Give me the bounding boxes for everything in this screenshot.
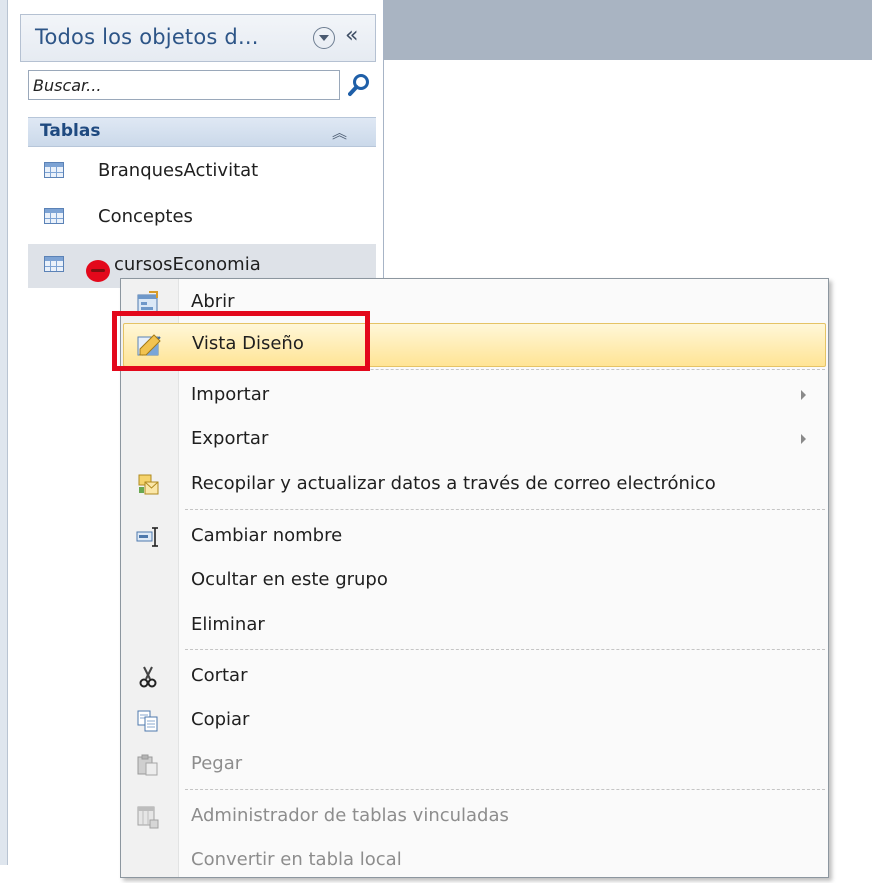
table-icon bbox=[44, 256, 64, 272]
menu-item-convertir-tabla-local: Convertir en tabla local bbox=[121, 839, 828, 883]
copy-icon bbox=[137, 710, 158, 732]
menu-item-label: Cortar bbox=[191, 665, 248, 686]
menu-item-label: Copiar bbox=[191, 709, 250, 730]
search-icon bbox=[348, 74, 369, 96]
menu-item-cambiar-nombre[interactable]: Cambiar nombre bbox=[121, 515, 828, 559]
menu-separator bbox=[185, 649, 825, 650]
table-icon bbox=[44, 208, 64, 224]
search-input[interactable] bbox=[33, 73, 333, 97]
menu-item-copiar[interactable]: Copiar bbox=[121, 699, 828, 743]
navigation-pane-title[interactable]: Todos los objetos d... bbox=[35, 25, 259, 49]
menu-item-label: Convertir en tabla local bbox=[191, 849, 402, 870]
scissors-icon bbox=[139, 666, 157, 688]
nav-item-label: BranquesActivitat bbox=[98, 160, 259, 181]
menu-item-label: Recopilar y actualizar datos a través de… bbox=[191, 473, 716, 494]
menu-item-label: Pegar bbox=[191, 753, 243, 774]
menu-item-label: Abrir bbox=[191, 291, 235, 312]
chevron-down-icon[interactable] bbox=[313, 27, 335, 49]
menu-item-cortar[interactable]: Cortar bbox=[121, 655, 828, 699]
group-title: Tablas bbox=[40, 121, 101, 141]
menu-item-label: Ocultar en este grupo bbox=[191, 569, 388, 590]
linked-table-manager-icon bbox=[137, 806, 159, 829]
menu-separator bbox=[185, 789, 825, 790]
collect-data-icon bbox=[138, 474, 159, 495]
menu-item-label: Eliminar bbox=[191, 614, 265, 635]
menu-item-label: Cambiar nombre bbox=[191, 525, 343, 546]
menu-item-importar[interactable]: Importar bbox=[121, 374, 828, 418]
menu-item-pegar: Pegar bbox=[121, 743, 828, 787]
nav-item-label: Conceptes bbox=[98, 206, 193, 227]
document-tab-bar bbox=[384, 0, 872, 60]
menu-item-label: Importar bbox=[191, 384, 270, 405]
rename-icon bbox=[136, 527, 158, 547]
mouse-pointer-annotation bbox=[86, 260, 110, 282]
paste-icon bbox=[137, 754, 158, 776]
search-button[interactable] bbox=[342, 70, 376, 100]
submenu-arrow-icon bbox=[801, 434, 806, 444]
menu-item-label: Exportar bbox=[191, 428, 269, 449]
search-box[interactable] bbox=[28, 70, 340, 100]
menu-item-label: Administrador de tablas vinculadas bbox=[191, 805, 509, 826]
nav-item-label: cursosEconomia bbox=[114, 254, 261, 275]
collapse-group-icon[interactable]: ︽ bbox=[332, 122, 347, 143]
nav-item-branquesactivitat[interactable]: BranquesActivitat bbox=[28, 150, 376, 194]
highlight-annotation-box bbox=[112, 311, 370, 371]
menu-item-ocultar-en-grupo[interactable]: Ocultar en este grupo bbox=[121, 559, 828, 603]
navigation-pane-header[interactable]: Todos los objetos d... « bbox=[20, 14, 376, 62]
nav-item-conceptes[interactable]: Conceptes bbox=[28, 196, 376, 240]
collapse-pane-icon[interactable]: « bbox=[345, 23, 358, 48]
window-frame-edge bbox=[0, 0, 8, 865]
menu-item-exportar[interactable]: Exportar bbox=[121, 418, 828, 462]
table-icon bbox=[44, 162, 64, 178]
submenu-arrow-icon bbox=[801, 390, 806, 400]
menu-item-eliminar[interactable]: Eliminar bbox=[121, 604, 828, 648]
menu-item-recopilar-datos[interactable]: Recopilar y actualizar datos a través de… bbox=[121, 463, 828, 507]
group-header-tables[interactable]: Tablas ︽ bbox=[28, 117, 376, 147]
menu-item-administrador-tablas-vinculadas: Administrador de tablas vinculadas bbox=[121, 795, 828, 839]
menu-separator bbox=[185, 509, 825, 510]
